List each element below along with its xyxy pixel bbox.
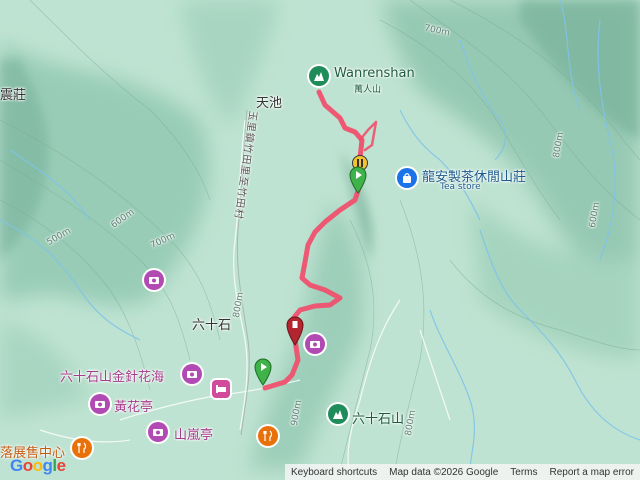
place-label-huanghua[interactable]: 黃花亭 <box>114 396 153 415</box>
place-label-wanrenshan-zh: 萬人山 <box>354 85 382 95</box>
place-label-zhen[interactable]: 震莊 <box>0 84 26 103</box>
camera-icon[interactable] <box>305 334 325 354</box>
restaurant-icon[interactable] <box>72 438 92 458</box>
hotel-icon[interactable] <box>212 380 230 398</box>
shopping-bag-icon[interactable] <box>397 168 417 188</box>
report-error-link[interactable]: Report a map error <box>544 467 640 478</box>
place-label-liushishishan[interactable]: 六十石山 <box>352 408 404 427</box>
place-label-wanrenshan[interactable]: Wanrenshan <box>334 66 415 81</box>
place-label-tea-store: Tea store <box>440 182 481 192</box>
map-data-attribution: Map data ©2026 Google <box>389 466 499 478</box>
camera-icon[interactable] <box>182 364 202 384</box>
map-footer: Keyboard shortcuts Map data ©2026 Google… <box>284 464 640 480</box>
camera-icon[interactable] <box>144 270 164 290</box>
place-label-tianchi[interactable]: 天池 <box>256 92 282 111</box>
place-label-shanlan[interactable]: 山嵐亭 <box>174 424 213 443</box>
place-label-liushishi[interactable]: 六十石 <box>192 314 231 333</box>
google-logo: Google <box>10 456 66 475</box>
place-label-jinzhen[interactable]: 六十石山金針花海 <box>60 366 164 385</box>
camera-icon[interactable] <box>148 422 168 442</box>
terms-link[interactable]: Terms <box>504 467 543 478</box>
green-flag-icon[interactable] <box>349 166 367 194</box>
red-pin-icon[interactable] <box>286 316 304 346</box>
map-view[interactable]: 700m 800m 600m 500m 600m 700m 800m 900m … <box>0 0 640 480</box>
restaurant-icon[interactable] <box>258 426 278 446</box>
green-flag-icon[interactable] <box>254 358 272 386</box>
keyboard-shortcuts-link[interactable]: Keyboard shortcuts <box>285 467 383 478</box>
mountain-icon[interactable] <box>328 404 348 424</box>
mountain-icon[interactable] <box>309 66 329 86</box>
camera-icon[interactable] <box>90 394 110 414</box>
